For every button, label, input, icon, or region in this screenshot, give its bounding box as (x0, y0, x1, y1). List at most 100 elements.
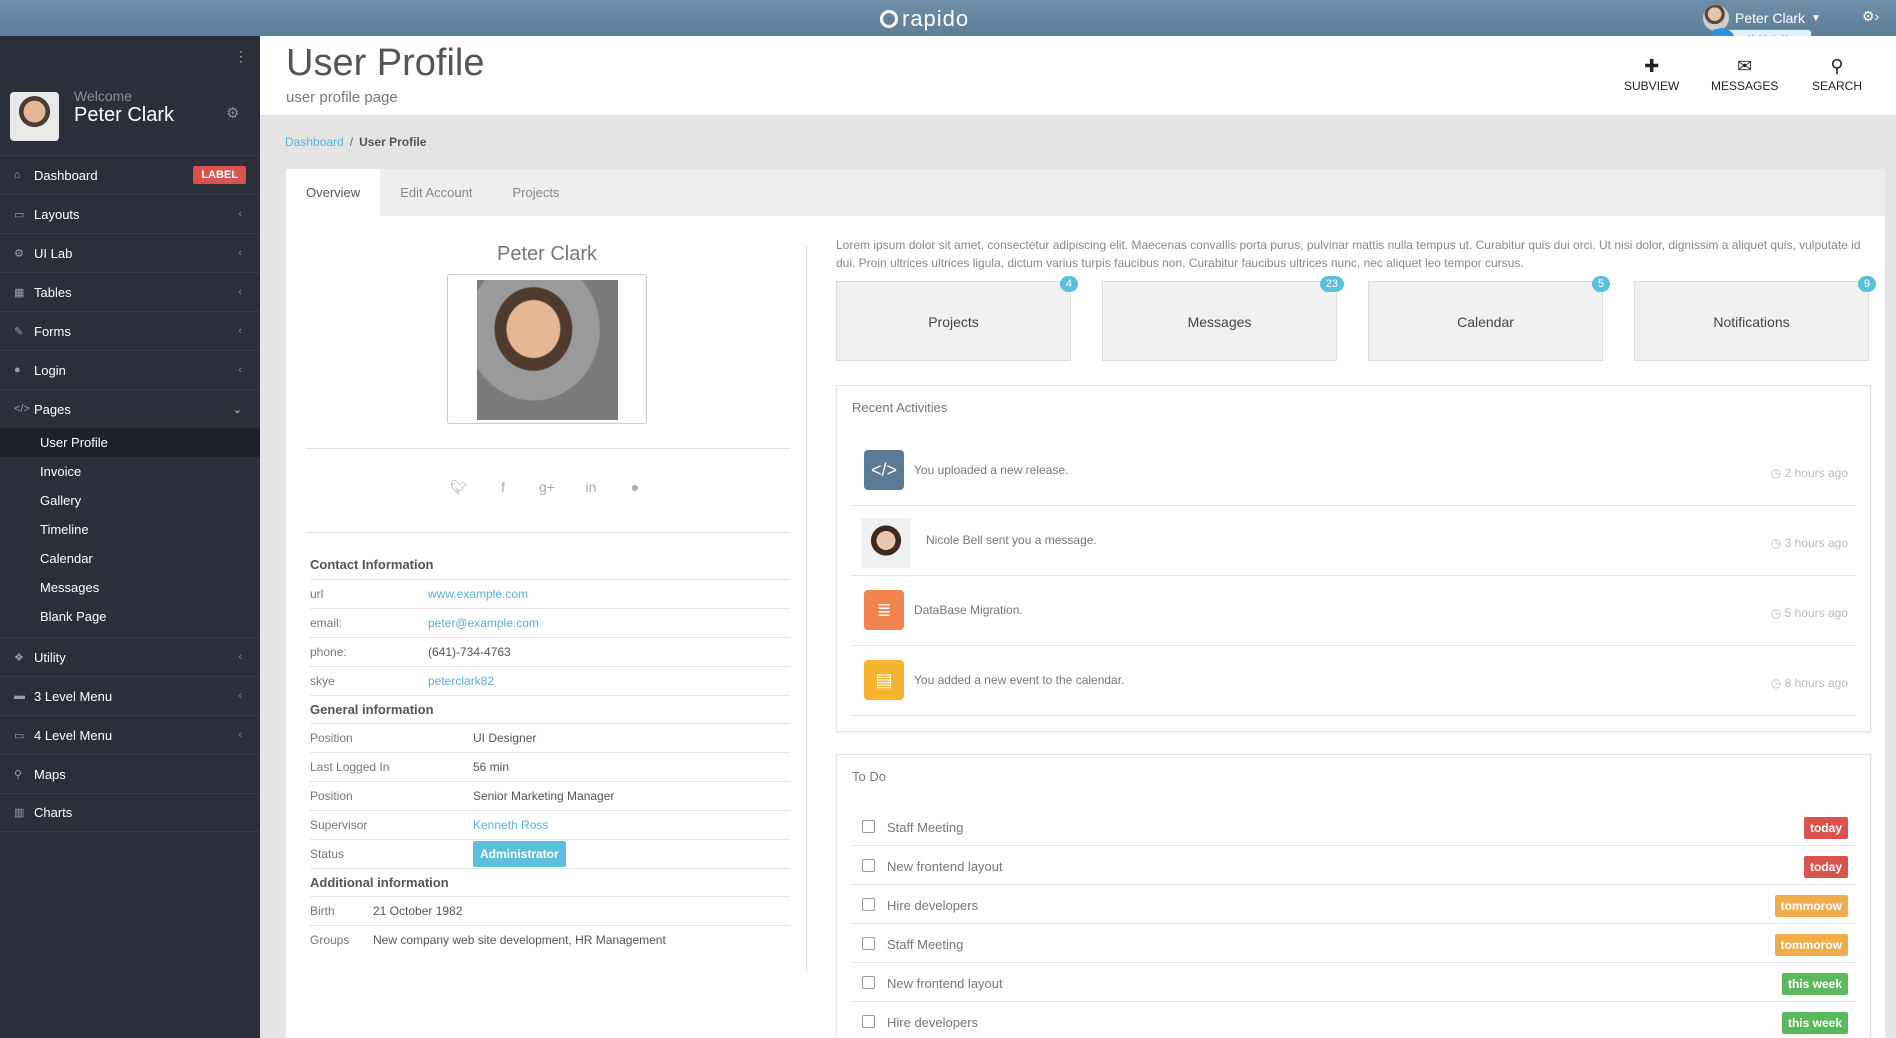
stat-projects[interactable]: Projects 4 (836, 276, 1078, 361)
sidebar-item-tables[interactable]: ▦ Tables ‹ (0, 272, 260, 311)
status-badge: Administrator (473, 841, 566, 867)
breadcrumb-dashboard-link[interactable]: Dashboard (285, 135, 344, 149)
todo-checkbox[interactable] (862, 976, 875, 989)
sidebar-subitem-calendar[interactable]: Calendar (0, 544, 260, 573)
todo-checkbox[interactable] (862, 1015, 875, 1028)
user-icon: ● (14, 364, 21, 376)
todo-checkbox[interactable] (862, 859, 875, 872)
clock-icon: ◷ (1770, 466, 1782, 480)
sidebar-item-4-level-menu[interactable]: ▭ 4 Level Menu ‹ (0, 715, 260, 754)
top-bar: rapido Peter Clark ▼ ⚙› (0, 0, 1896, 36)
recent-activities-box: Recent Activities </> You uploaded a new… (836, 385, 1871, 732)
sidebar: ⋮ Welcome Peter Clark ⚙ ⌂ Dashboard LABE… (0, 36, 260, 1038)
due-badge: this week (1781, 973, 1848, 995)
sidebar-subitem-gallery[interactable]: Gallery (0, 486, 260, 515)
stat-calendar[interactable]: Calendar 5 (1368, 276, 1610, 361)
messages-button[interactable]: ✉ MESSAGES (1711, 56, 1778, 93)
clock-icon: ◷ (1770, 606, 1782, 620)
profile-photo-frame (447, 274, 647, 424)
supervisor-link[interactable]: Kenneth Ross (473, 818, 548, 832)
section-heading: Contact Information (310, 557, 434, 572)
sidebar-user-name: Peter Clark (74, 104, 175, 126)
home-icon: ⌂ (14, 169, 21, 181)
table-row: email: peter@example.com (310, 608, 790, 637)
stat-notifications[interactable]: Notifications 9 (1634, 276, 1876, 361)
edit-icon: ✎ (14, 325, 24, 338)
page-title: User Profile (286, 42, 485, 84)
sidebar-menu: ⌂ Dashboard LABEL ▭ Layouts ‹ ⚙ UI Lab ‹… (0, 155, 260, 832)
chart-icon: ▥ (14, 807, 25, 819)
todo-item: New frontend layout this week (852, 963, 1856, 1002)
linkedin-icon[interactable]: in (569, 479, 613, 495)
th-icon: ▦ (14, 286, 25, 299)
table-row: Last Logged In 56 min (310, 752, 790, 781)
tab-edit-account[interactable]: Edit Account (380, 169, 492, 216)
avatar (861, 518, 911, 568)
sidebar-item-maps[interactable]: ⚲ Maps (0, 754, 260, 793)
count-badge: 4 (1059, 276, 1078, 292)
due-badge: tommorow (1774, 895, 1848, 917)
skype-link[interactable]: peterclark82 (428, 674, 494, 688)
todo-checkbox[interactable] (862, 937, 875, 950)
table-row: Status Administrator (310, 839, 790, 868)
activity-item[interactable]: ▤ You added a new event to the calendar.… (852, 646, 1856, 716)
todo-item: Staff Meeting tommorow (852, 924, 1856, 963)
sidebar-subitem-timeline[interactable]: Timeline (0, 515, 260, 544)
sidebar-item-forms[interactable]: ✎ Forms ‹ (0, 311, 260, 350)
settings-toggle-icon[interactable]: ⚙› (1862, 8, 1879, 25)
gear-icon[interactable]: ⚙ (226, 104, 239, 122)
sidebar-item-dashboard[interactable]: ⌂ Dashboard LABEL (0, 155, 260, 194)
code-icon: </> (14, 403, 30, 415)
chevron-left-icon: ‹ (238, 325, 242, 337)
sidebar-item-3-level-menu[interactable]: ▬ 3 Level Menu ‹ (0, 676, 260, 715)
url-link[interactable]: www.example.com (428, 587, 528, 601)
github-icon[interactable]: ● (613, 479, 657, 495)
todo-checkbox[interactable] (862, 898, 875, 911)
profile-photo (476, 280, 618, 420)
email-link[interactable]: peter@example.com (428, 616, 539, 630)
welcome-label: Welcome (74, 88, 133, 104)
sidebar-subitem-messages[interactable]: Messages (0, 573, 260, 602)
chevron-down-icon: ⌄ (232, 403, 242, 416)
table-row: Groups New company web site development, … (310, 925, 790, 954)
clock-icon: ◷ (1770, 676, 1782, 690)
subview-button[interactable]: ✚ SUBVIEW (1624, 56, 1679, 93)
tab-overview[interactable]: Overview (286, 169, 381, 216)
avatar (1703, 5, 1729, 31)
envelope-icon: ✉ (1737, 56, 1753, 76)
table-row: phone: (641)-734-4763 (310, 637, 790, 666)
chevron-left-icon: ‹ (238, 208, 242, 220)
google-plus-icon[interactable]: g+ (525, 479, 569, 495)
chevron-left-icon: ‹ (238, 286, 242, 298)
database-icon: ≣ (864, 590, 904, 630)
facebook-icon[interactable]: f (481, 479, 525, 495)
plus-icon: ✚ (1644, 56, 1660, 76)
twitter-icon[interactable]: 🐦︎ (437, 479, 481, 496)
sidebar-item-utility[interactable]: ❖ Utility ‹ (0, 637, 260, 676)
brand-logo[interactable]: rapido (880, 6, 969, 32)
more-options-icon[interactable]: ⋮ (234, 48, 248, 65)
activity-item[interactable]: ≣ DataBase Migration. ◷ 5 hours ago (852, 576, 1856, 646)
count-badge: 23 (1319, 276, 1344, 292)
chevron-left-icon: ‹ (238, 247, 242, 259)
chevron-left-icon: ‹ (238, 364, 242, 376)
sidebar-item-ui-lab[interactable]: ⚙ UI Lab ‹ (0, 233, 260, 272)
sidebar-subitem-invoice[interactable]: Invoice (0, 457, 260, 486)
social-links: 🐦︎ f g+ in ● (286, 479, 808, 496)
table-row: Supervisor Kenneth Ross (310, 810, 790, 839)
sidebar-subitem-blank-page[interactable]: Blank Page (0, 602, 260, 631)
sidebar-item-charts[interactable]: ▥ Charts (0, 793, 260, 832)
search-button[interactable]: ⚲ SEARCH (1812, 56, 1862, 93)
sidebar-item-login[interactable]: ● Login ‹ (0, 350, 260, 389)
sidebar-item-pages[interactable]: </> Pages ⌄ (0, 389, 260, 428)
tab-bar: Overview Edit Account Projects (286, 169, 1885, 216)
stat-messages[interactable]: Messages 23 (1102, 276, 1344, 361)
sidebar-item-layouts[interactable]: ▭ Layouts ‹ (0, 194, 260, 233)
tab-projects[interactable]: Projects (492, 169, 579, 216)
activity-item[interactable]: </> You uploaded a new release. ◷ 2 hour… (852, 436, 1856, 506)
todo-item: New frontend layout today (852, 846, 1856, 885)
todo-checkbox[interactable] (862, 820, 875, 833)
activity-item[interactable]: Nicole Bell sent you a message. ◷ 3 hour… (852, 506, 1856, 576)
sidebar-subitem-user-profile[interactable]: User Profile (0, 428, 260, 457)
due-badge: today (1803, 817, 1848, 839)
